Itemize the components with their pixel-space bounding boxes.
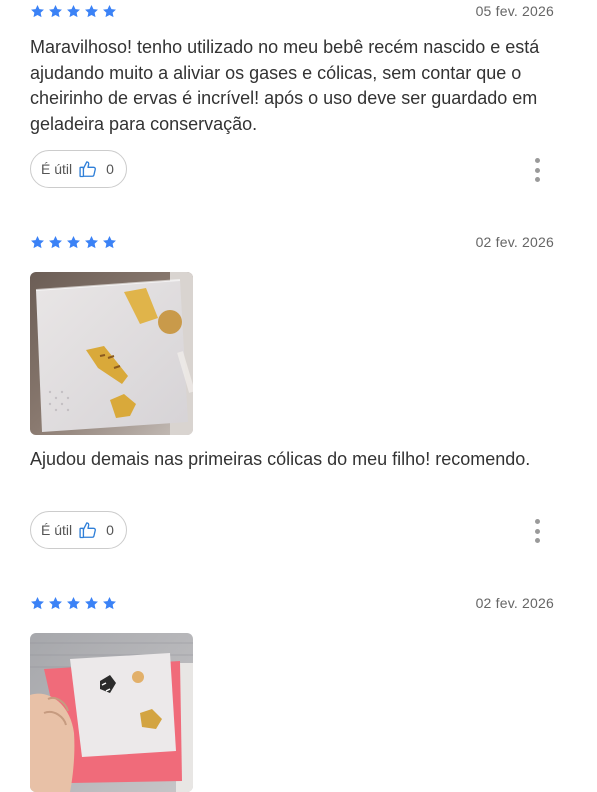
rating-stars	[30, 235, 117, 250]
star-icon	[85, 596, 98, 610]
star-icon	[31, 596, 44, 610]
useful-count: 0	[106, 161, 114, 177]
useful-button[interactable]: É útil 0	[30, 150, 127, 188]
useful-count: 0	[106, 522, 114, 538]
more-vertical-icon[interactable]	[530, 519, 544, 543]
rating-stars	[30, 596, 117, 611]
useful-label: É útil	[41, 522, 73, 538]
review-photo[interactable]	[30, 272, 193, 435]
star-icon	[103, 235, 116, 249]
star-icon	[67, 4, 80, 18]
thumbs-up-icon	[79, 522, 97, 539]
star-icon	[49, 235, 62, 249]
star-icon	[67, 596, 80, 610]
review-date: 02 fev. 2026	[475, 234, 554, 250]
star-icon	[85, 235, 98, 249]
useful-button[interactable]: É útil 0	[30, 511, 127, 549]
thumbs-up-icon	[79, 161, 97, 178]
review-photo[interactable]	[30, 633, 193, 792]
useful-label: É útil	[41, 161, 73, 177]
star-icon	[31, 4, 44, 18]
star-icon	[85, 4, 98, 18]
star-icon	[31, 235, 44, 249]
review-date: 02 fev. 2026	[475, 595, 554, 611]
review-text: Maravilhoso! tenho utilizado no meu bebê…	[30, 37, 540, 134]
star-icon	[103, 4, 116, 18]
star-icon	[49, 4, 62, 18]
star-icon	[49, 596, 62, 610]
more-vertical-icon[interactable]	[530, 158, 544, 182]
rating-stars	[30, 4, 117, 19]
review-date: 05 fev. 2026	[475, 3, 554, 19]
review-text: Ajudou demais nas primeiras cólicas do m…	[30, 449, 531, 469]
star-icon	[67, 235, 80, 249]
star-icon	[103, 596, 116, 610]
